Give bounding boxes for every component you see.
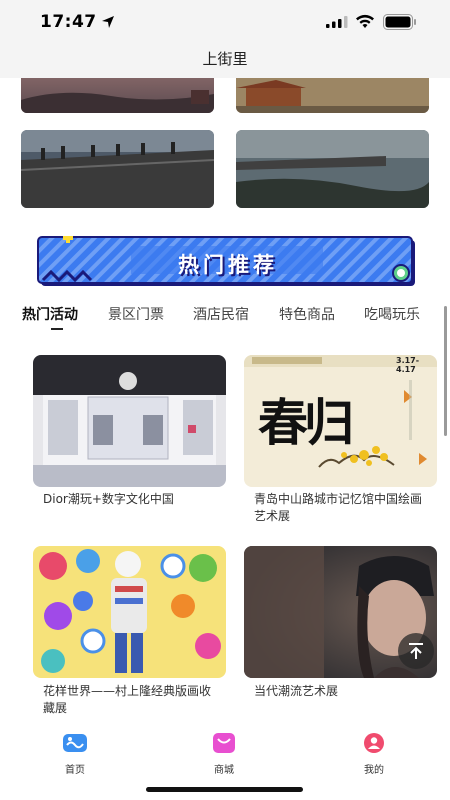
nav-bar: 上街里: [0, 44, 450, 78]
profile-icon: [364, 733, 384, 753]
hot-recommend-banner[interactable]: 热门推荐: [37, 233, 419, 290]
tab-food-fun[interactable]: 吃喝玩乐: [364, 304, 420, 324]
tab-scenic-tickets[interactable]: 景区门票: [108, 304, 164, 324]
tab-hotels[interactable]: 酒店民宿: [193, 304, 249, 324]
nav-home-label: 首页: [65, 765, 85, 776]
tab-specialty-goods[interactable]: 特色商品: [279, 304, 335, 324]
battery-icon: [383, 14, 416, 30]
status-bar: 17:47: [0, 0, 450, 44]
tab-hot-events[interactable]: 热门活动: [22, 304, 78, 324]
scenic-photo[interactable]: [236, 130, 429, 208]
nav-profile-label: 我的: [364, 765, 384, 776]
arrow-up-icon: [409, 643, 423, 659]
shop-icon: [213, 733, 235, 753]
location-arrow-icon: [102, 16, 114, 28]
category-tabs: 热门活动 景区门票 酒店民宿 特色商品 吃喝玩乐: [0, 304, 450, 334]
scenic-photo[interactable]: [21, 130, 214, 208]
event-card-image[interactable]: 春归 3.17-4.17: [244, 355, 437, 487]
poster-date: 3.17-4.17: [396, 356, 420, 374]
event-card-image[interactable]: [33, 355, 226, 487]
active-tab-indicator: [51, 328, 63, 330]
nav-shop-label: 商城: [214, 765, 234, 776]
scenic-photo[interactable]: [236, 78, 429, 113]
home-indicator: [146, 787, 303, 792]
content-scroll-area[interactable]: 热门推荐 热门活动 景区门票 酒店民宿 特色商品 吃喝玩乐 Dior潮玩+数字文…: [0, 78, 450, 726]
event-card-title[interactable]: 花样世界——村上隆经典版画收藏展: [43, 683, 221, 717]
event-card-title[interactable]: 青岛中山路城市记忆馆中国绘画艺术展: [254, 491, 432, 525]
event-card-title[interactable]: 当代潮流艺术展: [254, 683, 432, 700]
status-time: 17:47: [40, 12, 97, 32]
scrollbar[interactable]: [444, 306, 447, 436]
home-icon: [63, 734, 87, 752]
nav-home[interactable]: 首页: [45, 732, 105, 776]
page-title: 上街里: [202, 50, 248, 68]
nav-shop[interactable]: 商城: [194, 732, 254, 776]
poster-title: 春归: [258, 393, 354, 452]
nav-profile[interactable]: 我的: [344, 732, 404, 776]
scenic-photo[interactable]: [21, 78, 214, 113]
back-to-top-button[interactable]: [398, 633, 434, 669]
banner-title: 热门推荐: [178, 253, 278, 277]
event-card-image[interactable]: [33, 546, 226, 678]
wifi-icon: [356, 14, 374, 28]
signal-icon: [326, 16, 348, 28]
event-card-title[interactable]: Dior潮玩+数字文化中国: [43, 491, 223, 508]
